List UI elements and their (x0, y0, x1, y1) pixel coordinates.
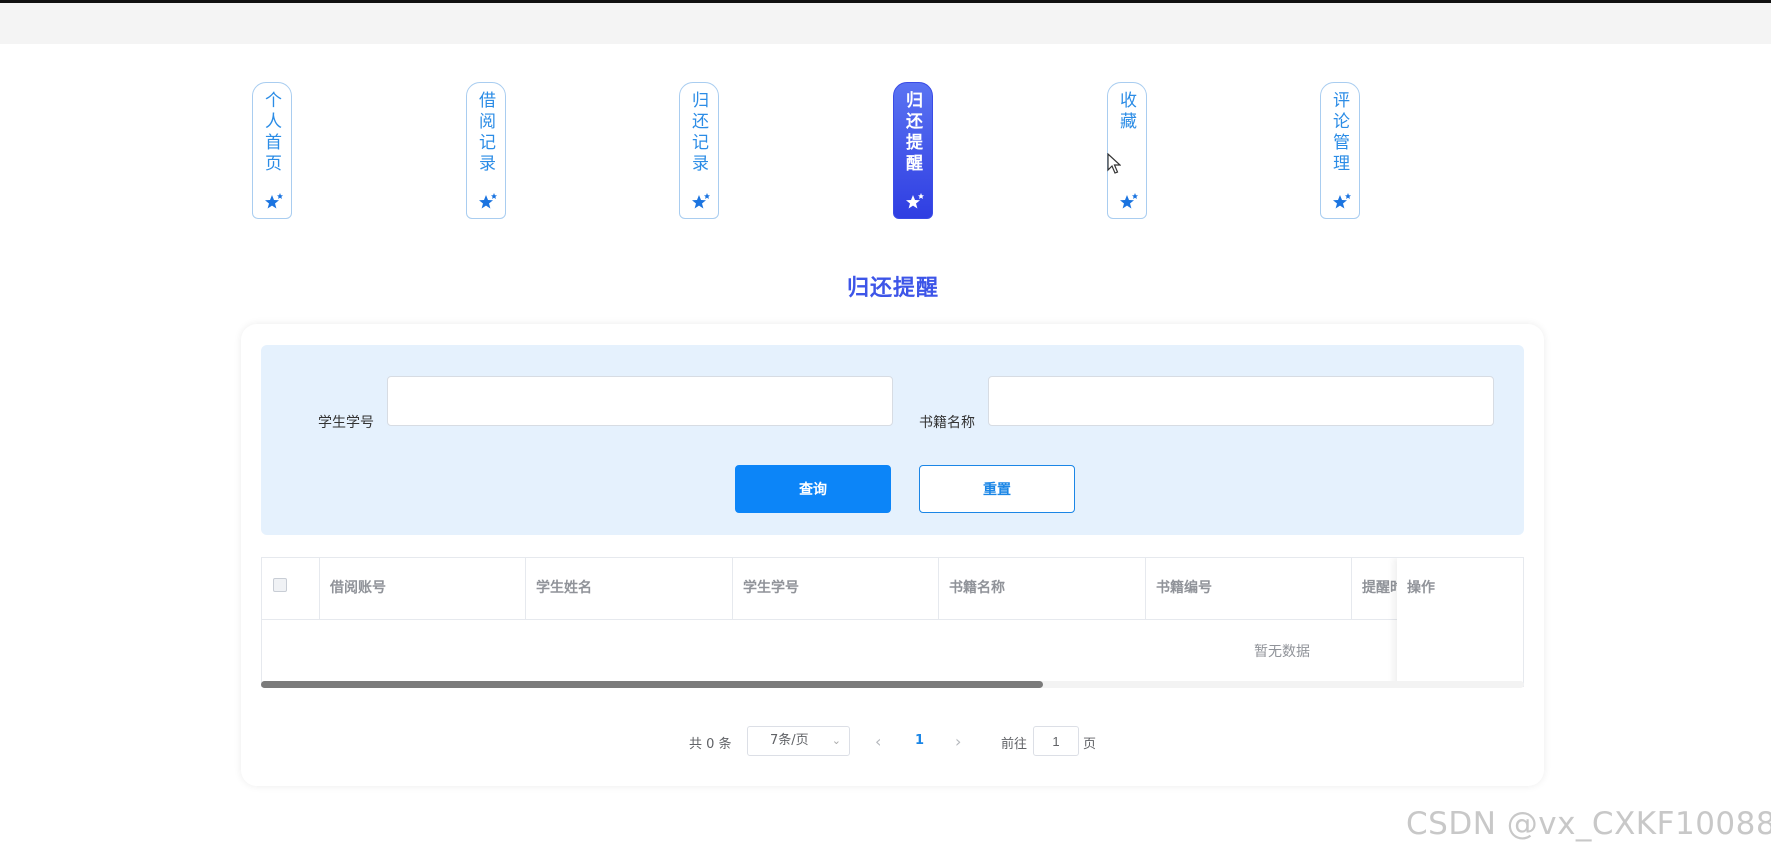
nav-tab-favorites[interactable]: 收藏 (1107, 82, 1147, 219)
reset-button[interactable]: 重置 (919, 465, 1075, 513)
fixed-actions-column: 操作 (1397, 558, 1523, 687)
column-header[interactable]: 学生姓名 (526, 558, 733, 619)
scrollbar-thumb[interactable] (261, 681, 1043, 688)
page-unit-label: 页 (1083, 737, 1097, 752)
page-size-value: 7条/页 (770, 733, 809, 748)
nav-tab-label: 个人首页 (261, 91, 281, 175)
column-header[interactable]: 学生学号 (733, 558, 939, 619)
select-all-checkbox[interactable] (273, 578, 287, 592)
column-header-actions: 操作 (1407, 580, 1435, 596)
column-header[interactable]: 书籍名称 (939, 558, 1146, 619)
pagination-total: 共 0 条 (689, 737, 732, 752)
current-page[interactable]: 1 (915, 733, 924, 748)
page-size-select[interactable]: 7条/页 ⌄ (747, 726, 850, 756)
book-name-input[interactable] (988, 376, 1494, 426)
top-header-bar (0, 3, 1771, 44)
nav-tab-label: 收藏 (1116, 91, 1136, 133)
star-icon (906, 193, 924, 209)
star-icon (1120, 193, 1138, 209)
nav-tab-comment-management[interactable]: 评论管理 (1320, 82, 1360, 219)
watermark-text: CSDN @vx_CXKF10088 (1406, 806, 1771, 842)
nav-tab-borrow-records[interactable]: 借阅记录 (466, 82, 506, 219)
nav-tab-label: 归还记录 (688, 91, 708, 175)
chevron-down-icon: ⌄ (831, 734, 841, 747)
mouse-cursor-icon (1107, 153, 1121, 174)
prev-page-icon[interactable]: ‹ (875, 732, 881, 751)
book-name-label: 书籍名称 (919, 415, 975, 431)
select-all-cell (262, 558, 320, 619)
next-page-icon[interactable]: › (955, 732, 961, 751)
star-icon (692, 193, 710, 209)
star-icon (479, 193, 497, 209)
search-panel: 学生学号 书籍名称 查询 重置 (261, 345, 1524, 535)
nav-tab-label: 评论管理 (1329, 91, 1349, 175)
column-header[interactable]: 借阅账号 (320, 558, 526, 619)
query-button[interactable]: 查询 (735, 465, 891, 513)
table-header: 借阅账号 学生姓名 学生学号 书籍名称 书籍编号 提醒时间 (262, 558, 1523, 620)
nav-tab-label: 归还提醒 (902, 91, 922, 175)
nav-tab-return-records[interactable]: 归还记录 (679, 82, 719, 219)
nav-tab-home[interactable]: 个人首页 (252, 82, 292, 219)
goto-label: 前往 (1001, 737, 1028, 752)
content-card: 学生学号 书籍名称 查询 重置 借阅账号 学生姓名 学生学号 书籍名称 书籍编号… (241, 324, 1544, 786)
column-header[interactable]: 书籍编号 (1146, 558, 1352, 619)
nav-tab-return-reminder[interactable]: 归还提醒 (893, 82, 933, 219)
student-no-input[interactable] (387, 376, 893, 426)
horizontal-scrollbar[interactable] (261, 681, 1524, 688)
student-no-label: 学生学号 (318, 415, 374, 431)
star-icon (265, 193, 283, 209)
reminder-table: 借阅账号 学生姓名 学生学号 书籍名称 书籍编号 提醒时间 暂无数据 操作 (261, 557, 1524, 687)
nav-tab-label: 借阅记录 (475, 91, 495, 175)
star-icon (1333, 193, 1351, 209)
empty-state-text: 暂无数据 (1254, 644, 1310, 660)
goto-page-input[interactable] (1033, 726, 1079, 756)
page-title: 归还提醒 (846, 276, 939, 301)
